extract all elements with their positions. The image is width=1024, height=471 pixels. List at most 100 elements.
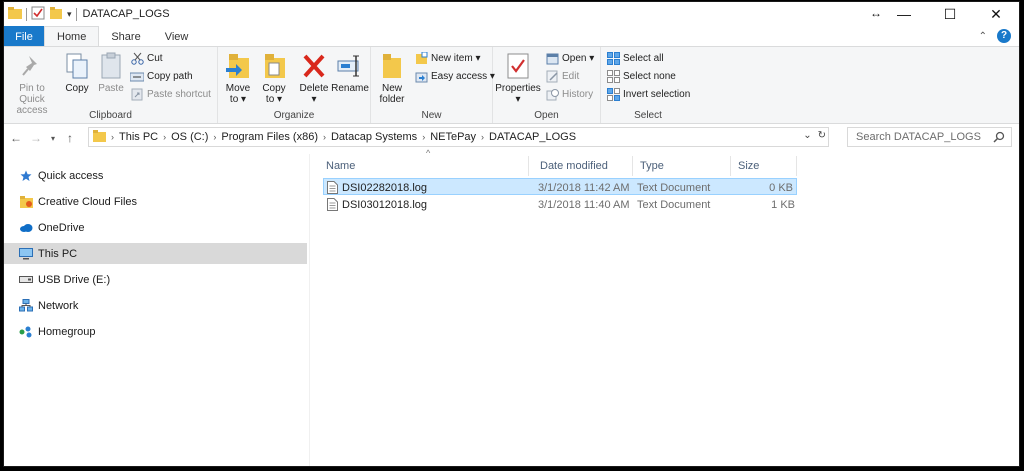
new-folder-qat-icon[interactable] xyxy=(49,6,63,23)
new-folder-button[interactable]: New folder xyxy=(375,51,409,105)
file-type: Text Document xyxy=(637,198,711,211)
breadcrumb-chevron-icon[interactable]: › xyxy=(111,132,114,142)
delete-button[interactable]: Delete ▾ xyxy=(298,51,330,105)
minimize-button[interactable]: — xyxy=(881,2,927,26)
copy-to-label-2: to ▾ xyxy=(265,94,283,105)
history-button[interactable]: History xyxy=(545,88,593,101)
breadcrumb-chevron-icon[interactable]: › xyxy=(422,132,425,142)
navigation-pane: Quick access Creative Cloud Files OneDri… xyxy=(4,154,310,466)
invert-selection-button[interactable]: Invert selection xyxy=(606,88,690,101)
tab-file[interactable]: File xyxy=(4,26,44,47)
invert-selection-icon xyxy=(606,88,620,101)
copy-path-button[interactable]: Copy path xyxy=(130,70,193,83)
nav-item-network[interactable]: Network xyxy=(4,295,307,316)
nav-item-this-pc[interactable]: This PC xyxy=(4,243,307,264)
computer-icon xyxy=(19,247,33,261)
copy-path-icon xyxy=(130,70,144,83)
nav-label: Creative Cloud Files xyxy=(38,195,138,208)
breadcrumb-os-c[interactable]: OS (C:) xyxy=(171,131,208,143)
delete-label-1: Delete xyxy=(299,83,329,94)
file-type: Text Document xyxy=(637,181,711,194)
text-document-icon xyxy=(327,196,338,213)
search-placeholder: Search DATACAP_LOGS xyxy=(856,131,981,143)
edit-button[interactable]: Edit xyxy=(545,70,579,83)
ribbon-tabs: File Home Share View ⌃ ? xyxy=(4,26,1019,47)
new-item-button[interactable]: New item ▾ xyxy=(414,52,480,65)
tab-home[interactable]: Home xyxy=(44,26,100,47)
rename-icon xyxy=(337,51,363,81)
star-icon xyxy=(19,169,33,183)
nav-label: Quick access xyxy=(38,169,104,182)
up-arrow-icon[interactable]: ↑ xyxy=(60,131,80,145)
paste-label: Paste xyxy=(98,83,124,94)
pin-to-quick-access-button[interactable]: Pin to Quick access xyxy=(6,51,58,116)
file-date-modified: 3/1/2018 11:42 AM xyxy=(538,181,630,194)
copy-button[interactable]: Copy xyxy=(62,51,92,94)
nav-item-quick-access[interactable]: Quick access xyxy=(4,165,307,186)
ribbon-collapse-chevron-icon[interactable]: ⌃ xyxy=(979,31,987,42)
maximize-button[interactable]: ☐ xyxy=(927,2,973,26)
new-folder-label-2: folder xyxy=(379,94,405,105)
nav-item-onedrive[interactable]: OneDrive xyxy=(4,217,307,238)
nav-item-usb-drive[interactable]: USB Drive (E:) xyxy=(4,269,307,290)
copy-to-button[interactable]: Copy to ▾ xyxy=(258,51,290,105)
table-row[interactable]: DSI03012018.log 3/1/2018 11:40 AM Text D… xyxy=(323,196,797,213)
tab-view[interactable]: View xyxy=(153,26,201,47)
address-bar: ← → ▾ ↑ › This PC › OS (C:) › Program Fi… xyxy=(4,126,1019,150)
select-none-label: Select none xyxy=(623,71,676,82)
delete-label-2: ▾ xyxy=(311,94,317,105)
tab-share[interactable]: Share xyxy=(99,26,152,47)
close-button[interactable]: ✕ xyxy=(973,2,1019,26)
breadcrumb-this-pc[interactable]: This PC xyxy=(119,131,158,143)
easy-access-button[interactable]: Easy access ▾ xyxy=(414,70,495,83)
file-size: 0 KB xyxy=(769,181,793,194)
rename-label: Rename xyxy=(331,83,369,94)
column-header-size[interactable]: Size xyxy=(731,156,797,176)
nav-label: This PC xyxy=(38,247,78,260)
select-all-button[interactable]: Select all xyxy=(606,52,664,65)
invert-selection-label: Invert selection xyxy=(623,89,691,100)
help-icon[interactable]: ? xyxy=(997,29,1011,43)
paste-button[interactable]: Paste xyxy=(96,51,126,94)
select-none-button[interactable]: Select none xyxy=(606,70,676,83)
search-input[interactable]: Search DATACAP_LOGS xyxy=(847,127,1012,147)
scissors-icon xyxy=(130,52,144,65)
table-row[interactable]: DSI02282018.log 3/1/2018 11:42 AM Text D… xyxy=(323,178,797,195)
breadcrumb-chevron-icon[interactable]: › xyxy=(323,132,326,142)
recent-locations-chevron-icon[interactable]: ▾ xyxy=(46,134,60,143)
forward-arrow-icon[interactable]: → xyxy=(26,131,46,145)
breadcrumb-program-files-x86[interactable]: Program Files (x86) xyxy=(221,131,318,143)
breadcrumb-datacap-systems[interactable]: Datacap Systems xyxy=(331,131,417,143)
paste-shortcut-icon xyxy=(130,88,144,101)
column-header-date-modified[interactable]: Date modified xyxy=(533,156,633,176)
nav-item-homegroup[interactable]: Homegroup xyxy=(4,321,307,342)
breadcrumb-chevron-icon[interactable]: › xyxy=(481,132,484,142)
move-to-button[interactable]: Move to ▾ xyxy=(222,51,254,105)
properties-button[interactable]: Properties ▾ xyxy=(495,51,541,105)
back-arrow-icon[interactable]: ← xyxy=(6,131,26,145)
text-document-icon xyxy=(327,179,338,196)
move-to-label-1: Move xyxy=(225,83,251,94)
easy-access-icon xyxy=(414,70,428,83)
column-header-type[interactable]: Type xyxy=(633,156,731,176)
new-item-label: New item ▾ xyxy=(431,53,481,64)
cut-button[interactable]: Cut xyxy=(130,52,163,65)
column-header-name[interactable]: Name xyxy=(319,156,529,176)
properties-qat-icon[interactable] xyxy=(31,6,45,23)
breadcrumb-datacap-logs[interactable]: DATACAP_LOGS xyxy=(489,131,576,143)
rename-button[interactable]: Rename xyxy=(331,51,369,94)
copy-to-label-1: Copy xyxy=(262,83,286,94)
open-button[interactable]: Open ▾ xyxy=(545,52,594,65)
qat-customize-chevron-icon[interactable]: ▾ xyxy=(67,9,72,20)
paste-shortcut-button[interactable]: Paste shortcut xyxy=(130,88,211,101)
breadcrumb-chevron-icon[interactable]: › xyxy=(213,132,216,142)
refresh-icon[interactable]: ↻ xyxy=(818,130,826,141)
open-group-label: Open xyxy=(534,110,559,121)
nav-item-creative-cloud-files[interactable]: Creative Cloud Files xyxy=(4,191,307,212)
breadcrumb[interactable]: › This PC › OS (C:) › Program Files (x86… xyxy=(88,127,829,147)
breadcrumb-chevron-icon[interactable]: › xyxy=(163,132,166,142)
copy-label: Copy xyxy=(65,83,89,94)
search-icon[interactable] xyxy=(993,131,1005,146)
address-history-chevron-icon[interactable]: ⌄ xyxy=(803,130,811,141)
breadcrumb-netepay[interactable]: NETePay xyxy=(430,131,476,143)
